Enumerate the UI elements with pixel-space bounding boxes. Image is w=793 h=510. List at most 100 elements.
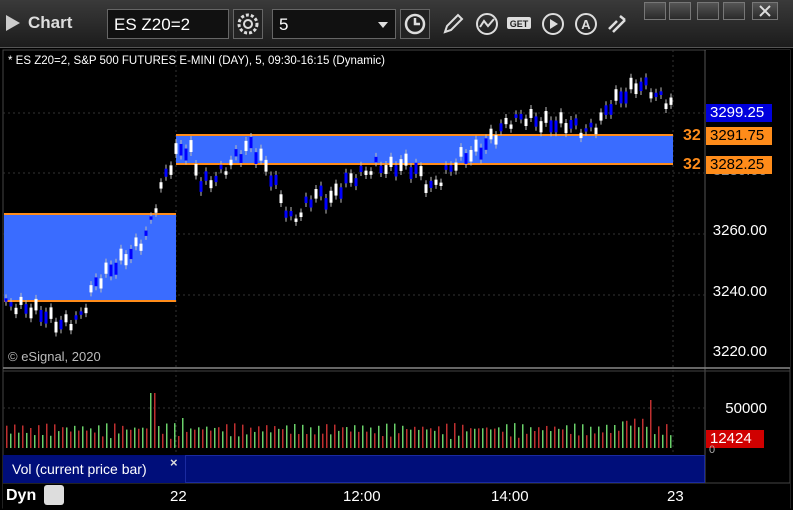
candle-body <box>159 182 163 189</box>
candle-body <box>404 153 408 166</box>
dynamic-mode-label[interactable]: Dyn <box>6 487 36 505</box>
interval-select[interactable]: 5 <box>272 9 396 39</box>
symbol-value: ES Z20=2 <box>114 15 191 34</box>
title-bar: Chart ES Z20=2 5 GET A <box>0 0 793 48</box>
volume-bar <box>554 426 556 448</box>
volume-bar <box>214 427 216 448</box>
candle-body <box>439 182 443 186</box>
get-icon[interactable]: GET <box>506 11 532 37</box>
candle-body <box>94 277 98 287</box>
volume-bar <box>434 430 436 448</box>
price-axis-label: 3260.00 <box>712 222 767 239</box>
price-axis-area <box>706 50 790 368</box>
lock-icon[interactable] <box>44 485 64 505</box>
volume-bar <box>274 426 276 448</box>
candle-body <box>174 143 178 154</box>
chart-header: * ES Z20=2, S&P 500 FUTURES E-MINI (DAY)… <box>8 55 385 67</box>
candle-body <box>264 159 268 172</box>
candle-body <box>114 262 118 275</box>
study-icon[interactable] <box>474 11 500 37</box>
candle-body <box>4 298 8 302</box>
volume-bar <box>626 420 628 448</box>
candle-body <box>419 166 423 177</box>
candle-body <box>594 127 598 135</box>
candle-body <box>119 248 123 261</box>
candle-body <box>59 319 63 330</box>
alert-icon[interactable]: A <box>573 11 599 37</box>
volume-bar <box>550 431 552 448</box>
volume-bar <box>178 436 180 448</box>
candle-body <box>519 113 523 120</box>
gear-icon <box>237 13 259 35</box>
interval-clock-button[interactable] <box>400 9 430 39</box>
volume-bar <box>546 425 548 448</box>
volume-bar <box>310 427 312 448</box>
candle-body <box>354 178 358 187</box>
candle-body <box>669 97 673 105</box>
restore-button[interactable] <box>669 2 691 20</box>
pin-button[interactable] <box>644 2 666 20</box>
volume-bar <box>450 438 452 448</box>
volume-bar <box>238 436 240 448</box>
candle-body <box>189 140 193 153</box>
candle-body <box>219 164 223 170</box>
candle-body <box>434 179 438 185</box>
candle-body <box>229 159 233 166</box>
candle-body <box>459 147 463 157</box>
volume-bar <box>666 424 668 448</box>
candle-body <box>249 136 253 149</box>
volume-bar <box>338 430 340 448</box>
close-icon[interactable]: × <box>170 455 178 470</box>
volume-bar <box>654 434 656 448</box>
candle-body <box>484 138 488 150</box>
volume-study-label[interactable]: Vol (current price bar) <box>12 461 147 477</box>
volume-bar <box>558 428 560 448</box>
volume-bar <box>486 427 488 448</box>
volume-bar <box>366 431 368 448</box>
volume-bar <box>658 426 660 448</box>
candle-body <box>409 167 413 179</box>
lower-band-tag: 3282.25 <box>706 156 772 174</box>
volume-bar <box>38 425 40 448</box>
volume-bar <box>114 423 116 448</box>
volume-bar <box>410 429 412 448</box>
candle-body <box>359 165 363 173</box>
volume-bar <box>122 425 124 448</box>
volume-bar <box>630 425 632 448</box>
volume-bar <box>646 426 648 448</box>
volume-bar <box>62 427 64 448</box>
symbol-input[interactable]: ES Z20=2 <box>107 9 229 39</box>
volume-bar <box>314 434 316 448</box>
volume-bar <box>78 430 80 448</box>
upper-band-side-label: 32 <box>683 127 701 144</box>
candle-body <box>554 120 558 133</box>
volume-bar <box>242 424 244 448</box>
volume-bar <box>618 430 620 448</box>
close-button[interactable] <box>752 2 778 20</box>
candle-body <box>629 77 633 90</box>
volume-bar <box>494 428 496 448</box>
volume-bar <box>146 428 148 448</box>
candle-body <box>604 105 608 115</box>
window-title: Chart <box>28 13 73 32</box>
maximize-button[interactable] <box>723 2 745 20</box>
volume-bar <box>94 432 96 448</box>
study-panel <box>185 455 705 483</box>
link-icon[interactable] <box>604 11 630 37</box>
volume-bar <box>542 430 544 448</box>
candle-body <box>244 140 248 152</box>
volume-bar <box>294 424 296 448</box>
symbol-settings-button[interactable] <box>233 9 263 39</box>
candle-body <box>69 323 73 331</box>
candle-body <box>364 170 368 175</box>
play-icon[interactable] <box>540 11 566 37</box>
price-chart[interactable] <box>0 48 793 510</box>
pencil-icon[interactable] <box>440 11 466 37</box>
candle-body <box>64 314 68 323</box>
volume-bar <box>58 431 60 448</box>
minimize-button[interactable] <box>697 2 719 20</box>
chevron-down-icon <box>378 22 388 28</box>
candle-body <box>414 162 418 174</box>
interval-value: 5 <box>279 15 289 34</box>
candle-body <box>619 91 623 104</box>
